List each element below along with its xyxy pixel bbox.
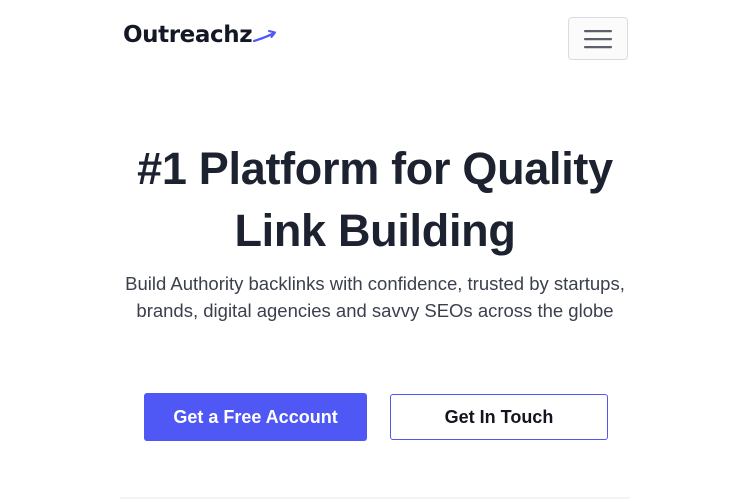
get-free-account-button[interactable]: Get a Free Account	[144, 393, 367, 441]
page: Outreachz #1 Platform for Quality Link B…	[0, 0, 750, 500]
section-divider	[120, 497, 630, 499]
get-in-touch-button[interactable]: Get In Touch	[390, 394, 608, 440]
site-header: Outreachz	[0, 0, 750, 80]
brand-name: Outreachz	[123, 22, 253, 48]
hero-subtitle: Build Authority backlinks with confidenc…	[125, 273, 625, 321]
brand-logo[interactable]: Outreachz	[123, 24, 277, 47]
hero-section: #1 Platform for Quality Link Building Bu…	[0, 138, 750, 324]
hamburger-menu-icon	[584, 29, 612, 48]
outreachz-logo-swoosh-icon	[253, 29, 277, 42]
hero-title: #1 Platform for Quality Link Building	[137, 143, 613, 256]
menu-toggle-button[interactable]	[568, 17, 628, 60]
